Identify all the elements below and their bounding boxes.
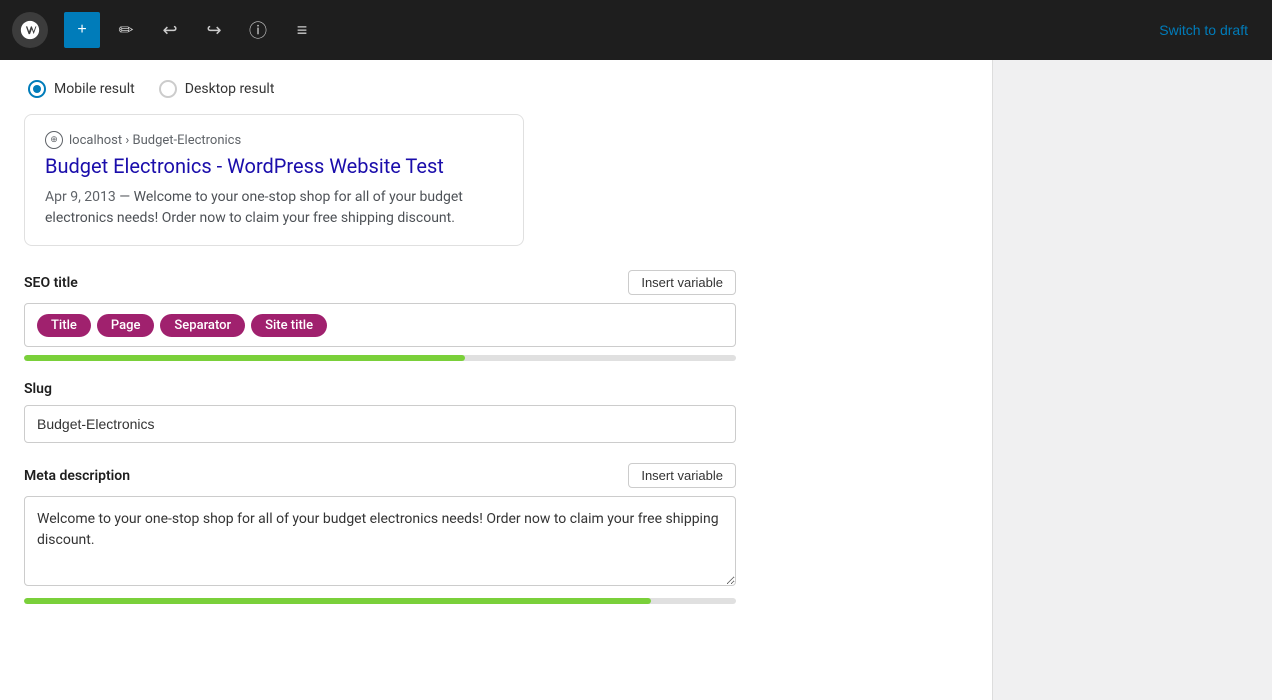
slug-input[interactable] bbox=[24, 405, 736, 443]
meta-description-section: Meta description Insert variable Welcome… bbox=[24, 463, 736, 604]
undo-button[interactable]: ↩ bbox=[152, 12, 188, 48]
meta-description-header: Meta description Insert variable bbox=[24, 463, 736, 488]
breadcrumb-text: localhost › Budget-Electronics bbox=[69, 133, 241, 148]
google-preview-card: ⊕ localhost › Budget-Electronics Budget … bbox=[24, 114, 524, 246]
desktop-result-option[interactable]: Desktop result bbox=[159, 80, 275, 98]
meta-description-progress-bar-container bbox=[24, 598, 736, 604]
preview-options: Mobile result Desktop result bbox=[24, 80, 736, 98]
slug-section: Slug bbox=[24, 381, 736, 443]
redo-button[interactable]: ↪ bbox=[196, 12, 232, 48]
preview-date: Apr 9, 2013 bbox=[45, 189, 116, 205]
seo-title-label: SEO title bbox=[24, 275, 78, 291]
seo-tag-title[interactable]: Title bbox=[37, 314, 91, 337]
add-button[interactable]: + bbox=[64, 12, 100, 48]
meta-description-progress-bar bbox=[24, 598, 651, 604]
seo-title-insert-variable-button[interactable]: Insert variable bbox=[628, 270, 736, 295]
switch-to-draft-button[interactable]: Switch to draft bbox=[1147, 14, 1260, 46]
seo-title-field[interactable]: Title Page Separator Site title bbox=[24, 303, 736, 347]
edit-button[interactable]: ✏ bbox=[108, 12, 144, 48]
seo-tag-page[interactable]: Page bbox=[97, 314, 155, 337]
seo-title-progress-bar bbox=[24, 355, 465, 361]
mobile-radio[interactable] bbox=[28, 80, 46, 98]
slug-header: Slug bbox=[24, 381, 736, 397]
mobile-result-option[interactable]: Mobile result bbox=[28, 80, 135, 98]
toolbar: + ✏ ↩ ↪ ⓘ ≡ Switch to draft bbox=[0, 0, 1272, 60]
main-content: Mobile result Desktop result ⊕ localhost… bbox=[0, 60, 1272, 700]
meta-description-label: Meta description bbox=[24, 468, 130, 484]
em-dash: — bbox=[119, 189, 133, 205]
slug-label: Slug bbox=[24, 381, 52, 397]
preview-description: Apr 9, 2013 — Welcome to your one-stop s… bbox=[45, 187, 503, 229]
wp-logo bbox=[12, 12, 48, 48]
seo-title-section: SEO title Insert variable Title Page Sep… bbox=[24, 270, 736, 361]
sidebar bbox=[992, 60, 1272, 700]
editor-area: Mobile result Desktop result ⊕ localhost… bbox=[0, 60, 992, 700]
seo-title-progress-bar-container bbox=[24, 355, 736, 361]
mobile-label: Mobile result bbox=[54, 81, 135, 97]
preview-title[interactable]: Budget Electronics - WordPress Website T… bbox=[45, 153, 503, 179]
info-button[interactable]: ⓘ bbox=[240, 12, 276, 48]
desktop-label: Desktop result bbox=[185, 81, 275, 97]
seo-tag-separator[interactable]: Separator bbox=[160, 314, 245, 337]
list-button[interactable]: ≡ bbox=[284, 12, 320, 48]
globe-icon: ⊕ bbox=[45, 131, 63, 149]
preview-breadcrumb: ⊕ localhost › Budget-Electronics bbox=[45, 131, 503, 149]
meta-description-textarea[interactable]: Welcome to your one-stop shop for all of… bbox=[24, 496, 736, 586]
meta-description-insert-variable-button[interactable]: Insert variable bbox=[628, 463, 736, 488]
seo-title-header: SEO title Insert variable bbox=[24, 270, 736, 295]
seo-tag-site-title[interactable]: Site title bbox=[251, 314, 327, 337]
desktop-radio[interactable] bbox=[159, 80, 177, 98]
seo-panel: Mobile result Desktop result ⊕ localhost… bbox=[0, 60, 760, 644]
